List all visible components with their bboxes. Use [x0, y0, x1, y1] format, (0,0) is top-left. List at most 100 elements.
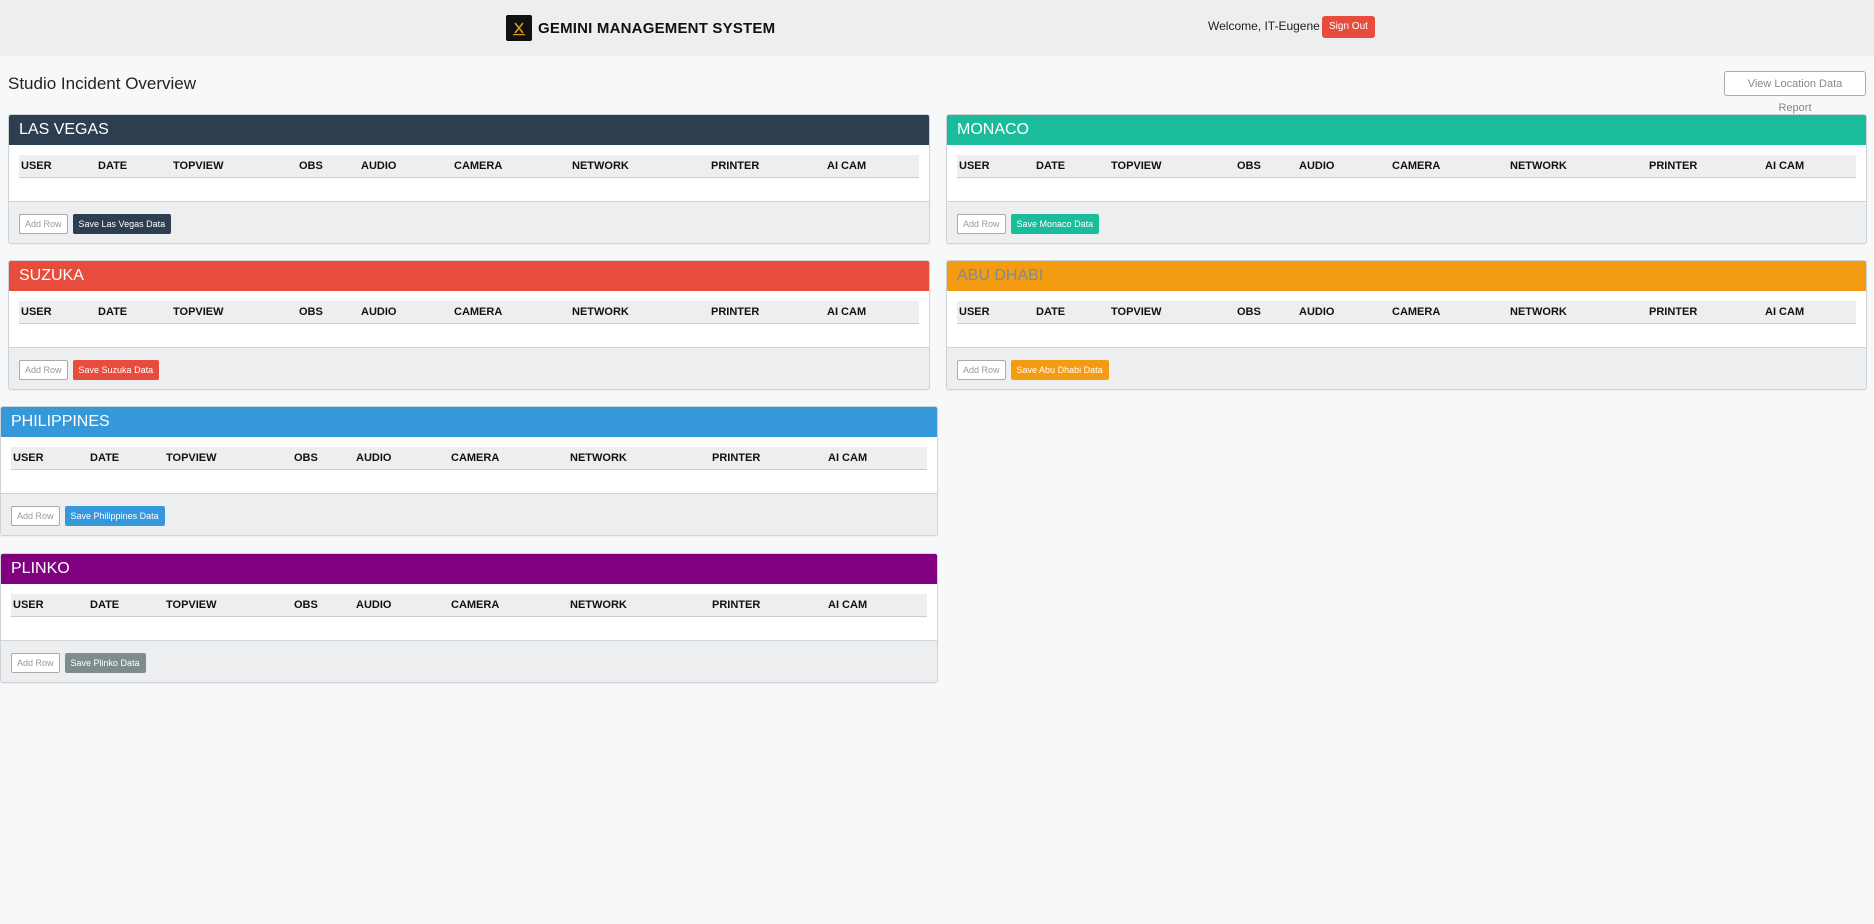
column-header-printer[interactable]: PRINTER	[1649, 160, 1697, 172]
column-header-topview[interactable]: TOPVIEW	[166, 599, 217, 611]
add-row-button[interactable]: Add Row	[11, 653, 60, 673]
panel-table: USER DATE TOPVIEW OBS AUDIO CAMERA NETWORK PRIN…	[1, 584, 937, 640]
column-header-network[interactable]: NETWORK	[1510, 160, 1567, 172]
column-header-ai-cam[interactable]: AI CAM	[1765, 306, 1804, 318]
column-header-camera[interactable]: CAMERA	[1392, 306, 1440, 318]
view-location-data-report-button[interactable]: View Location Data Report	[1724, 71, 1866, 114]
column-header-camera[interactable]: CAMERA	[451, 599, 499, 611]
column-header-printer[interactable]: PRINTER	[712, 452, 760, 464]
column-header-date[interactable]: DATE	[90, 452, 119, 464]
add-row-button[interactable]: Add Row	[19, 360, 68, 380]
panel-title-monaco: MONACO	[947, 115, 1866, 145]
column-header-ai-cam[interactable]: AI CAM	[828, 599, 867, 611]
add-row-button[interactable]: Add Row	[957, 214, 1006, 234]
column-header-obs[interactable]: OBS	[299, 160, 323, 172]
welcome-text: Welcome, IT-Eugene	[1208, 19, 1320, 33]
panel-footer: Add Row Save Suzuka Data	[9, 347, 929, 389]
column-header-topview[interactable]: TOPVIEW	[173, 160, 224, 172]
panel-table: USER DATE TOPVIEW OBS AUDIO CAMERA NETWORK PRIN…	[1, 437, 937, 493]
column-header-printer[interactable]: PRINTER	[1649, 306, 1697, 318]
column-header-camera[interactable]: CAMERA	[454, 306, 502, 318]
panel-title-abu-dhabi: ABU DHABI	[947, 261, 1866, 291]
column-header-audio[interactable]: AUDIO	[1299, 306, 1334, 318]
column-header-topview[interactable]: TOPVIEW	[166, 452, 217, 464]
column-header-audio[interactable]: AUDIO	[356, 452, 391, 464]
column-header-ai-cam[interactable]: AI CAM	[827, 306, 866, 318]
table-header-row: USER DATE TOPVIEW OBS AUDIO CAMERA NETWORK PRIN…	[19, 301, 919, 324]
column-header-date[interactable]: DATE	[1036, 306, 1065, 318]
brand-title: GEMINI MANAGEMENT SYSTEM	[538, 19, 776, 37]
column-header-user[interactable]: USER	[13, 452, 44, 464]
add-row-button[interactable]: Add Row	[11, 506, 60, 526]
column-header-camera[interactable]: CAMERA	[454, 160, 502, 172]
column-header-audio[interactable]: AUDIO	[1299, 160, 1334, 172]
brand[interactable]: GEMINI MANAGEMENT SYSTEM	[506, 14, 775, 42]
column-header-user[interactable]: USER	[21, 160, 52, 172]
top-navbar: GEMINI MANAGEMENT SYSTEM Welcome, IT-Eug…	[0, 0, 1874, 56]
column-header-printer[interactable]: PRINTER	[711, 160, 759, 172]
table-header-row: USER DATE TOPVIEW OBS AUDIO CAMERA NETWORK PRIN…	[957, 155, 1856, 178]
panel-title-las-vegas: LAS VEGAS	[9, 115, 929, 145]
column-header-camera[interactable]: CAMERA	[1392, 160, 1440, 172]
column-header-user[interactable]: USER	[13, 599, 44, 611]
save-las-vegas-data-button[interactable]: Save Las Vegas Data	[72, 214, 172, 234]
panel-footer: Add Row Save Monaco Data	[947, 201, 1866, 243]
gemini-logo-icon	[506, 15, 532, 41]
column-header-date[interactable]: DATE	[98, 160, 127, 172]
column-header-date[interactable]: DATE	[90, 599, 119, 611]
column-header-camera[interactable]: CAMERA	[451, 452, 499, 464]
column-header-audio[interactable]: AUDIO	[361, 306, 396, 318]
column-header-obs[interactable]: OBS	[1237, 306, 1261, 318]
panel-table: USER DATE TOPVIEW OBS AUDIO CAMERA NETWORK PRIN…	[947, 291, 1866, 347]
column-header-printer[interactable]: PRINTER	[711, 306, 759, 318]
panel-las-vegas: LAS VEGAS USER DATE TOPVIEW OBS AUDIO CAMERA NE…	[8, 114, 930, 244]
column-header-ai-cam[interactable]: AI CAM	[828, 452, 867, 464]
column-header-topview[interactable]: TOPVIEW	[1111, 160, 1162, 172]
panel-footer: Add Row Save Philippines Data	[1, 493, 937, 535]
table-header-row: USER DATE TOPVIEW OBS AUDIO CAMERA NETWORK PRIN…	[11, 594, 927, 617]
panel-suzuka: SUZUKA USER DATE TOPVIEW OBS AUDIO CAMERA NETWO…	[8, 260, 930, 390]
panel-title-plinko: PLINKO	[1, 554, 937, 584]
column-header-obs[interactable]: OBS	[294, 452, 318, 464]
panel-footer: Add Row Save Abu Dhabi Data	[947, 347, 1866, 389]
column-header-ai-cam[interactable]: AI CAM	[1765, 160, 1804, 172]
column-header-network[interactable]: NETWORK	[570, 599, 627, 611]
column-header-ai-cam[interactable]: AI CAM	[827, 160, 866, 172]
panel-footer: Add Row Save Las Vegas Data	[9, 201, 929, 243]
column-header-network[interactable]: NETWORK	[572, 160, 629, 172]
column-header-user[interactable]: USER	[959, 160, 990, 172]
column-header-audio[interactable]: AUDIO	[361, 160, 396, 172]
column-header-printer[interactable]: PRINTER	[712, 599, 760, 611]
add-row-button[interactable]: Add Row	[957, 360, 1006, 380]
page-title: Studio Incident Overview	[8, 74, 197, 93]
save-philippines-data-button[interactable]: Save Philippines Data	[64, 506, 165, 526]
save-plinko-data-button[interactable]: Save Plinko Data	[64, 653, 146, 673]
sign-out-button[interactable]: Sign Out	[1322, 16, 1375, 38]
panel-abu-dhabi: ABU DHABI USER DATE TOPVIEW OBS AUDIO CAMERA NE…	[946, 260, 1867, 390]
column-header-network[interactable]: NETWORK	[570, 452, 627, 464]
save-suzuka-data-button[interactable]: Save Suzuka Data	[72, 360, 160, 380]
add-row-button[interactable]: Add Row	[19, 214, 68, 234]
panel-footer: Add Row Save Plinko Data	[1, 640, 937, 682]
save-abu-dhabi-data-button[interactable]: Save Abu Dhabi Data	[1010, 360, 1109, 380]
column-header-user[interactable]: USER	[959, 306, 990, 318]
panel-plinko: PLINKO USER DATE TOPVIEW OBS AUDIO CAMERA NETWO…	[0, 553, 938, 683]
panel-philippines: PHILIPPINES USER DATE TOPVIEW OBS AUDIO CAMERA…	[0, 406, 938, 536]
column-header-obs[interactable]: OBS	[294, 599, 318, 611]
panel-title-philippines: PHILIPPINES	[1, 407, 937, 437]
panel-table: USER DATE TOPVIEW OBS AUDIO CAMERA NETWORK PRIN…	[947, 145, 1866, 201]
panel-table: USER DATE TOPVIEW OBS AUDIO CAMERA NETWORK PRIN…	[9, 145, 929, 201]
save-monaco-data-button[interactable]: Save Monaco Data	[1010, 214, 1100, 234]
column-header-obs[interactable]: OBS	[299, 306, 323, 318]
column-header-topview[interactable]: TOPVIEW	[1111, 306, 1162, 318]
panel-title-suzuka: SUZUKA	[9, 261, 929, 291]
column-header-audio[interactable]: AUDIO	[356, 599, 391, 611]
column-header-topview[interactable]: TOPVIEW	[173, 306, 224, 318]
column-header-user[interactable]: USER	[21, 306, 52, 318]
column-header-date[interactable]: DATE	[98, 306, 127, 318]
column-header-obs[interactable]: OBS	[1237, 160, 1261, 172]
column-header-network[interactable]: NETWORK	[1510, 306, 1567, 318]
column-header-network[interactable]: NETWORK	[572, 306, 629, 318]
column-header-date[interactable]: DATE	[1036, 160, 1065, 172]
panel-monaco: MONACO USER DATE TOPVIEW OBS AUDIO CAMERA NETWO…	[946, 114, 1867, 244]
